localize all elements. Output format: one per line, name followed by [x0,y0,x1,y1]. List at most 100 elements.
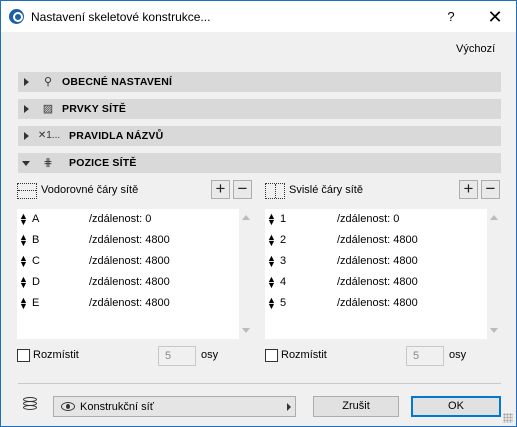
list-item[interactable]: ▲ ▼ 2 /zdálenost: 4800 [265,230,485,251]
distribute-checkbox[interactable] [265,349,278,362]
grid-position-icon: ⋕ [43,157,53,169]
list-item[interactable]: ▲ ▼ C /zdálenost: 4800 [17,251,237,272]
line-distance: /zdálenost: 4800 [89,276,170,288]
drag-handle-icon[interactable]: ▲ ▼ [267,296,276,311]
list-item[interactable]: ▲ ▼ E /zdálenost: 4800 [17,293,237,314]
pin-icon: ⚲ [43,76,53,88]
close-button[interactable]: ✕ [475,5,515,29]
section-label: POZICE SÍTĚ [69,157,137,169]
scroll-down-icon[interactable] [242,328,250,333]
horizontal-lines-list[interactable]: ▲ ▼ A /zdálenost: 0 ▲ ▼ B /zdálenost: 4800… [17,209,253,339]
scrollbar[interactable] [487,209,501,339]
axis-count-field[interactable]: 5 [406,346,444,366]
line-name: D [32,276,40,288]
list-item[interactable]: ▲ ▼ A /zdálenost: 0 [17,209,237,230]
axis-count-field[interactable]: 5 [158,346,196,366]
line-distance: /zdálenost: 4800 [337,276,418,288]
distribute-checkbox[interactable] [17,349,30,362]
remove-horizontal-line-button[interactable]: − [233,180,252,199]
collapse-arrow-icon [22,161,30,166]
defaults-link[interactable]: Výchozí [456,43,495,55]
section-grid-elements[interactable]: ▨ PRVKY SÍTĚ [18,99,501,119]
help-button[interactable]: ? [439,6,463,28]
list-item[interactable]: ▲ ▼ D /zdálenost: 4800 [17,272,237,293]
distribute-label: Rozmístit [33,349,79,361]
line-distance: /zdálenost: 4800 [337,297,418,309]
line-name: 5 [280,297,287,309]
drag-handle-icon[interactable]: ▲ ▼ [267,233,276,248]
expand-arrow-icon [24,105,29,113]
scroll-up-icon[interactable] [242,215,250,220]
window-title: Nastavení skeletové konstrukce... [31,10,211,24]
line-distance: /zdálenost: 4800 [337,234,418,246]
drag-handle-icon[interactable]: ▲ ▼ [267,212,276,227]
horizontal-grid-icon [17,183,37,199]
horizontal-distribute-row: Rozmístit 5 osy [17,346,253,366]
section-grid-position[interactable]: ⋕ POZICE SÍTĚ [18,153,501,173]
line-name: B [32,234,40,246]
axis-count-unit: osy [201,349,219,361]
section-label: PRVKY SÍTĚ [62,103,127,115]
scroll-down-icon[interactable] [490,328,498,333]
vertical-lines-list[interactable]: ▲ ▼ 1 /zdálenost: 0 ▲ ▼ 2 /zdálenost: 4800… [265,209,501,339]
list-item[interactable]: ▲ ▼ B /zdálenost: 4800 [17,230,237,251]
layers-icon [23,397,39,413]
vertical-grid-icon [265,183,285,199]
app-icon [9,9,24,24]
section-label: PRAVIDLA NÁZVŮ [69,130,164,142]
vertical-distribute-row: Rozmístit 5 osy [265,346,501,366]
horizontal-lines-header: Vodorovné čáry sítě + − [17,180,253,202]
drag-handle-icon[interactable]: ▲ ▼ [19,296,28,311]
add-horizontal-line-button[interactable]: + [211,180,230,199]
drag-handle-icon[interactable]: ▲ ▼ [19,254,28,269]
line-name: 3 [280,255,287,267]
line-distance: /zdálenost: 4800 [89,255,170,267]
line-distance: /zdálenost: 4800 [89,234,170,246]
title-bar: Nastavení skeletové konstrukce... ? ✕ [1,1,516,32]
dropdown-arrow-icon [287,403,291,411]
drag-handle-icon[interactable]: ▲ ▼ [267,275,276,290]
expand-arrow-icon [24,132,29,140]
line-name: 2 [280,234,287,246]
ok-button[interactable]: OK [411,396,501,417]
scrollbar[interactable] [239,209,253,339]
horizontal-lines-title: Vodorovné čáry sítě [41,184,139,196]
list-item[interactable]: ▲ ▼ 5 /zdálenost: 4800 [265,293,485,314]
resize-grip-icon[interactable] [503,413,513,423]
line-name: A [32,213,40,225]
line-name: 4 [280,276,287,288]
drag-handle-icon[interactable]: ▲ ▼ [19,275,28,290]
scroll-up-icon[interactable] [490,215,498,220]
naming-icon: ✕1... [37,130,61,141]
dialog-window: Nastavení skeletové konstrukce... ? ✕ Vý… [0,0,517,427]
drag-handle-icon[interactable]: ▲ ▼ [267,254,276,269]
axis-count-unit: osy [449,349,467,361]
add-vertical-line-button[interactable]: + [459,180,478,199]
line-distance: /zdálenost: 0 [337,213,400,225]
list-item[interactable]: ▲ ▼ 1 /zdálenost: 0 [265,209,485,230]
line-name: 1 [280,213,287,225]
expand-arrow-icon [24,78,29,86]
list-item[interactable]: ▲ ▼ 3 /zdálenost: 4800 [265,251,485,272]
line-name: C [32,255,40,267]
vertical-lines-title: Svislé čáry sítě [289,184,363,196]
drag-handle-icon[interactable]: ▲ ▼ [19,212,28,227]
section-general-settings[interactable]: ⚲ OBECNÉ NASTAVENÍ [18,72,501,92]
line-distance: /zdálenost: 4800 [89,297,170,309]
layer-name: Konstrukční síť [80,401,154,413]
section-naming-rules[interactable]: ✕1... PRAVIDLA NÁZVŮ [18,126,501,146]
line-name: E [32,297,40,309]
section-label: OBECNÉ NASTAVENÍ [62,76,173,88]
remove-vertical-line-button[interactable]: − [481,180,500,199]
list-item[interactable]: ▲ ▼ 4 /zdálenost: 4800 [265,272,485,293]
line-distance: /zdálenost: 4800 [337,255,418,267]
drag-handle-icon[interactable]: ▲ ▼ [19,233,28,248]
line-distance: /zdálenost: 0 [89,213,152,225]
vertical-lines-header: Svislé čáry sítě + − [265,180,501,202]
cancel-button[interactable]: Zrušit [313,396,399,417]
grid-element-icon: ▨ [42,103,54,115]
footer-separator [18,383,501,384]
layer-dropdown[interactable]: Konstrukční síť [53,396,296,417]
distribute-label: Rozmístit [281,349,327,361]
eye-icon [61,402,75,411]
